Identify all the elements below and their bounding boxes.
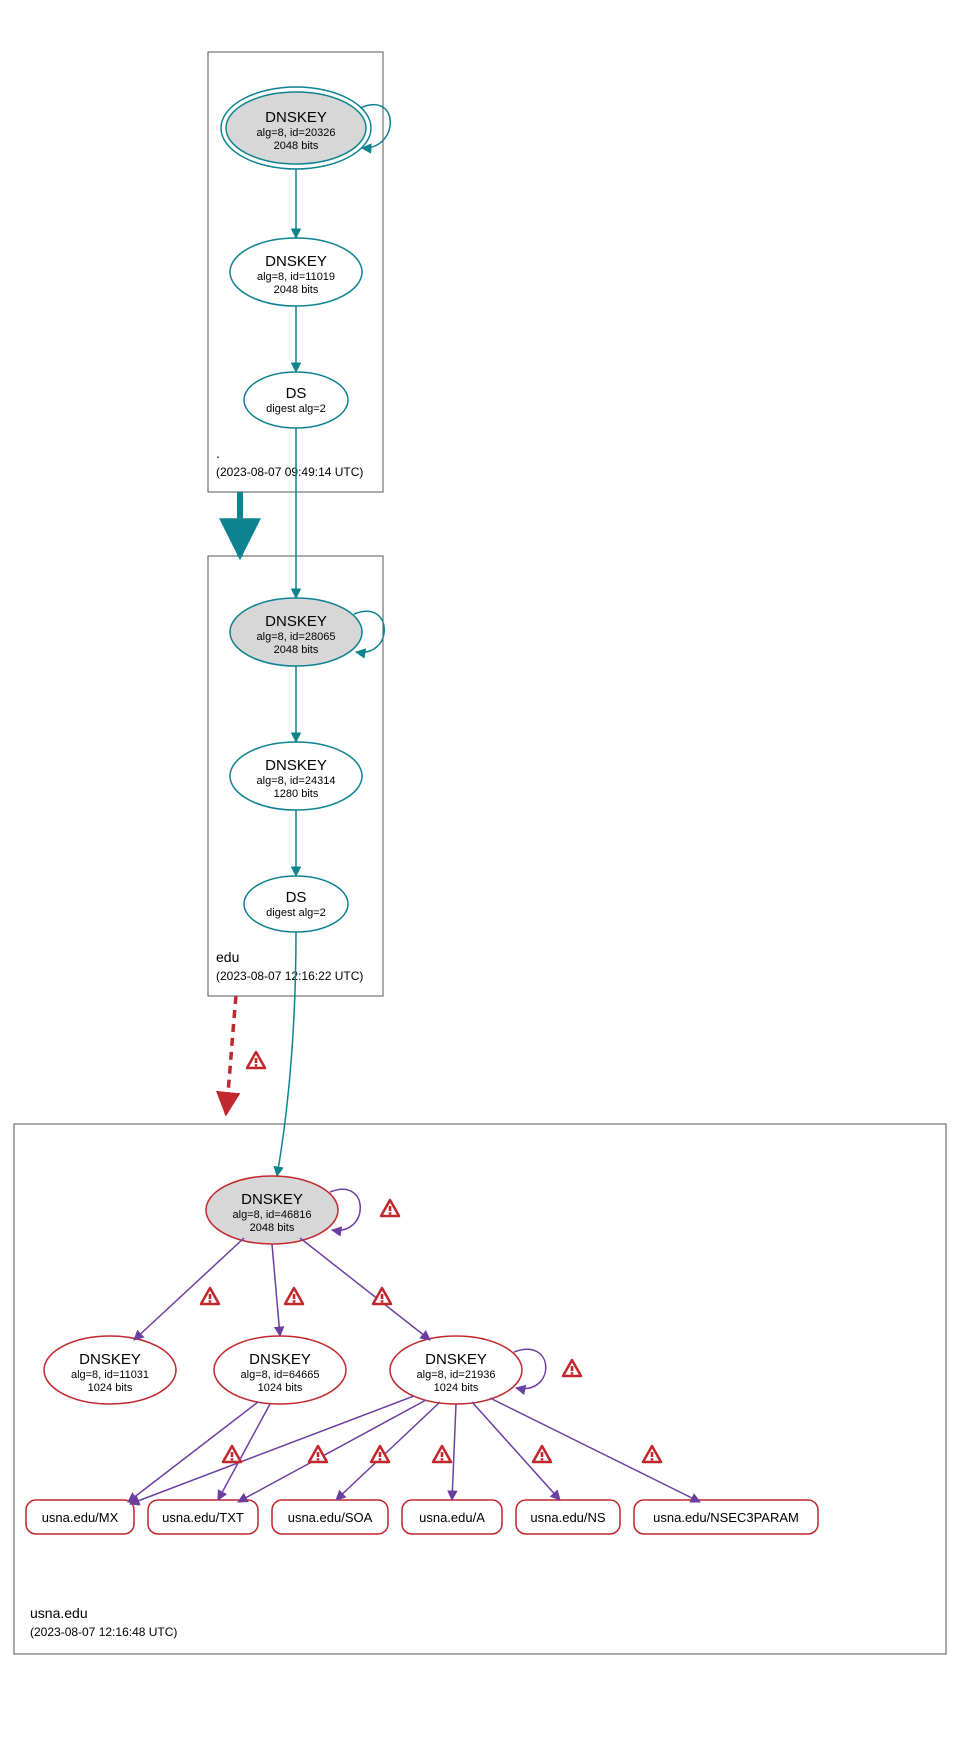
warning-icon bbox=[533, 1446, 551, 1462]
edge-d2-mx bbox=[128, 1402, 258, 1502]
edge-d3-soa bbox=[336, 1402, 440, 1500]
node-usna-ksk: DNSKEY alg=8, id=46816 2048 bits bbox=[206, 1176, 338, 1244]
edu-ds-line1: digest alg=2 bbox=[266, 907, 326, 919]
root-zsk-line2: 2048 bits bbox=[274, 284, 319, 296]
usna-d2-title: DNSKEY bbox=[249, 1351, 311, 1368]
node-usna-d3: DNSKEY alg=8, id=21936 1024 bits bbox=[390, 1336, 522, 1404]
usna-ksk-line2: 2048 bits bbox=[250, 1222, 295, 1234]
rrset-a: usna.edu/A bbox=[402, 1500, 502, 1534]
rrset-nsec: usna.edu/NSEC3PARAM bbox=[634, 1500, 818, 1534]
node-root-zsk: DNSKEY alg=8, id=11019 2048 bits bbox=[230, 238, 362, 306]
warning-icon bbox=[563, 1360, 581, 1376]
node-edu-ksk: DNSKEY alg=8, id=28065 2048 bits bbox=[230, 598, 362, 666]
node-root-ds: DS digest alg=2 bbox=[244, 372, 348, 428]
zone-usna-timestamp: (2023-08-07 12:16:48 UTC) bbox=[30, 1625, 177, 1639]
edu-ds-title: DS bbox=[286, 889, 307, 906]
edge-d2-txt bbox=[218, 1404, 270, 1500]
usna-ksk-line1: alg=8, id=46816 bbox=[233, 1209, 312, 1221]
rrset-soa-text: usna.edu/SOA bbox=[288, 1510, 373, 1525]
warning-icon bbox=[373, 1288, 391, 1304]
warning-icon bbox=[433, 1446, 451, 1462]
zone-root-label: . bbox=[216, 445, 220, 461]
root-zsk-line1: alg=8, id=11019 bbox=[257, 271, 335, 283]
edu-ksk-title: DNSKEY bbox=[265, 613, 327, 630]
edge-d3-mx bbox=[130, 1396, 414, 1504]
usna-d3-line2: 1024 bits bbox=[434, 1382, 479, 1394]
root-ds-title: DS bbox=[286, 385, 307, 402]
zone-edu-label: edu bbox=[216, 949, 239, 965]
root-ds-line1: digest alg=2 bbox=[266, 403, 326, 415]
node-root-ksk: DNSKEY alg=8, id=20326 2048 bits bbox=[221, 87, 371, 169]
rrset-txt: usna.edu/TXT bbox=[148, 1500, 258, 1534]
warning-icon bbox=[247, 1052, 265, 1068]
warning-icon bbox=[643, 1446, 661, 1462]
root-ksk-line2: 2048 bits bbox=[274, 140, 319, 152]
edge-d3-nsec bbox=[490, 1398, 700, 1502]
rrset-soa: usna.edu/SOA bbox=[272, 1500, 388, 1534]
edu-zsk-line2: 1280 bits bbox=[274, 788, 319, 800]
node-edu-zsk: DNSKEY alg=8, id=24314 1280 bits bbox=[230, 742, 362, 810]
edu-zsk-line1: alg=8, id=24314 bbox=[257, 775, 336, 787]
warning-icon bbox=[371, 1446, 389, 1462]
zone-usna-label: usna.edu bbox=[30, 1605, 88, 1621]
rrset-ns-text: usna.edu/NS bbox=[530, 1510, 605, 1525]
warning-icon bbox=[381, 1200, 399, 1216]
edge-d3-txt bbox=[238, 1400, 426, 1502]
edge-d3-a bbox=[452, 1404, 456, 1500]
node-edu-ds: DS digest alg=2 bbox=[244, 876, 348, 932]
root-zsk-title: DNSKEY bbox=[265, 253, 327, 270]
dnssec-graph: . (2023-08-07 09:49:14 UTC) edu (2023-08… bbox=[0, 0, 964, 1752]
edge-d3-ns bbox=[472, 1402, 560, 1500]
root-ksk-title: DNSKEY bbox=[265, 109, 327, 126]
zone-edu-timestamp: (2023-08-07 12:16:22 UTC) bbox=[216, 969, 363, 983]
edge-ksk-d2 bbox=[272, 1244, 280, 1336]
edu-ksk-line2: 2048 bits bbox=[274, 644, 319, 656]
rrset-mx-text: usna.edu/MX bbox=[42, 1510, 119, 1525]
usna-ksk-title: DNSKEY bbox=[241, 1191, 303, 1208]
warning-icon bbox=[285, 1288, 303, 1304]
zone-root-timestamp: (2023-08-07 09:49:14 UTC) bbox=[216, 465, 363, 479]
rrset-mx: usna.edu/MX bbox=[26, 1500, 134, 1534]
node-usna-d1: DNSKEY alg=8, id=11031 1024 bits bbox=[44, 1336, 176, 1404]
warning-icon bbox=[201, 1288, 219, 1304]
usna-d2-line2: 1024 bits bbox=[258, 1382, 303, 1394]
warning-icon bbox=[309, 1446, 327, 1462]
rrset-ns: usna.edu/NS bbox=[516, 1500, 620, 1534]
usna-d1-line1: alg=8, id=11031 bbox=[71, 1369, 149, 1381]
usna-d3-line1: alg=8, id=21936 bbox=[417, 1369, 496, 1381]
node-usna-d2: DNSKEY alg=8, id=64665 1024 bits bbox=[214, 1336, 346, 1404]
rrset-nsec-text: usna.edu/NSEC3PARAM bbox=[653, 1510, 799, 1525]
edge-ksk-d3 bbox=[300, 1238, 430, 1340]
usna-d1-line2: 1024 bits bbox=[88, 1382, 133, 1394]
usna-d3-title: DNSKEY bbox=[425, 1351, 487, 1368]
edu-ksk-line1: alg=8, id=28065 bbox=[257, 631, 336, 643]
root-ksk-line1: alg=8, id=20326 bbox=[257, 127, 336, 139]
rrset-txt-text: usna.edu/TXT bbox=[162, 1510, 244, 1525]
rrset-a-text: usna.edu/A bbox=[419, 1510, 485, 1525]
edu-zsk-title: DNSKEY bbox=[265, 757, 327, 774]
usna-d2-line1: alg=8, id=64665 bbox=[241, 1369, 320, 1381]
warning-icon bbox=[223, 1446, 241, 1462]
edge-edu-to-usna-deleg bbox=[226, 996, 236, 1114]
usna-d1-title: DNSKEY bbox=[79, 1351, 141, 1368]
edge-ksk-d1 bbox=[134, 1238, 244, 1340]
